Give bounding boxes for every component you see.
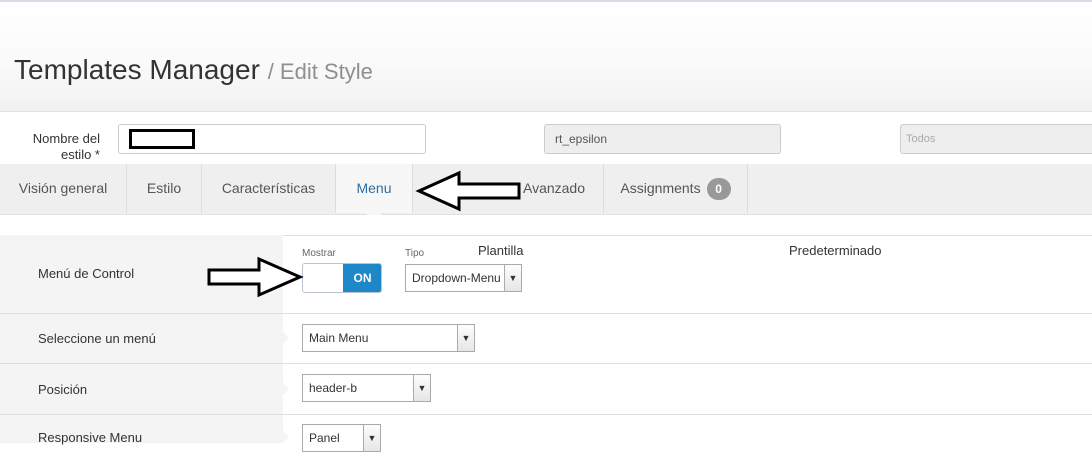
position-select[interactable]: header-b ▼ [302, 374, 431, 402]
row-divider [0, 414, 1092, 415]
tab-overview-label: Visión general [18, 180, 108, 196]
chevron-down-icon: ▼ [504, 265, 521, 291]
page-subtitle: / Edit Style [267, 59, 373, 84]
tab-assignments[interactable]: Assignments 0 [604, 164, 748, 213]
page-header: Templates Manager / Edit Style [0, 2, 1092, 112]
active-tab-caret [366, 207, 382, 215]
page-title: Templates Manager / Edit Style [14, 54, 373, 86]
tab-features[interactable]: Características [202, 164, 336, 213]
row-divider [0, 313, 1092, 314]
default-field: Todos [900, 124, 1092, 154]
chevron-down-icon: ▼ [457, 325, 474, 351]
row-pointer [283, 383, 289, 395]
template-label: Plantilla [478, 243, 524, 258]
arrow-icon [415, 170, 521, 212]
toggle-knob [303, 264, 343, 292]
row-pointer [283, 332, 289, 344]
type-select[interactable]: Dropdown-Menu ▼ [405, 264, 522, 292]
style-name-label-line1: Nombre del [32, 131, 100, 146]
style-name-label-line2: estilo * [60, 147, 100, 162]
content-gap [0, 215, 1092, 235]
tab-menu-label: Menu [356, 180, 392, 196]
template-field: rt_epsilon [544, 124, 781, 154]
arrow-icon [207, 256, 304, 298]
row-divider [0, 363, 1092, 364]
control-menu-label: Menú de Control [38, 266, 135, 281]
tab-features-label: Características [221, 180, 316, 196]
tab-style[interactable]: Estilo [127, 164, 202, 213]
position-select-value: header-b [309, 381, 358, 395]
row-pointer [283, 431, 289, 443]
menu-select-value: Main Menu [309, 331, 369, 345]
redaction-box [129, 129, 195, 149]
show-label: Mostrar [302, 248, 336, 259]
tab-style-label: Estilo [146, 180, 182, 196]
style-name-label: Nombre del estilo * [20, 131, 100, 163]
menu-select[interactable]: Main Menu ▼ [302, 324, 475, 352]
tab-overview[interactable]: Visión general [0, 164, 127, 213]
page-title-main: Templates Manager [14, 54, 260, 85]
type-select-value: Dropdown-Menu [412, 271, 501, 285]
toggle-on-label: ON [343, 264, 381, 292]
responsive-menu-select[interactable]: Panel ▼ [302, 424, 381, 452]
tab-bar: Visión general Estilo Características Me… [0, 164, 1092, 215]
tab-menu[interactable]: Menu [336, 164, 413, 213]
tab-assignments-label: Assignments [620, 180, 701, 196]
assignments-count-badge: 0 [706, 178, 731, 201]
chevron-down-icon: ▼ [413, 375, 430, 401]
select-menu-label: Seleccione un menú [38, 331, 156, 346]
show-toggle[interactable]: ON [302, 263, 382, 293]
type-label: Tipo [405, 248, 425, 259]
chevron-down-icon: ▼ [363, 425, 380, 451]
position-label: Posición [38, 382, 88, 397]
default-label: Predeterminado [789, 243, 882, 258]
